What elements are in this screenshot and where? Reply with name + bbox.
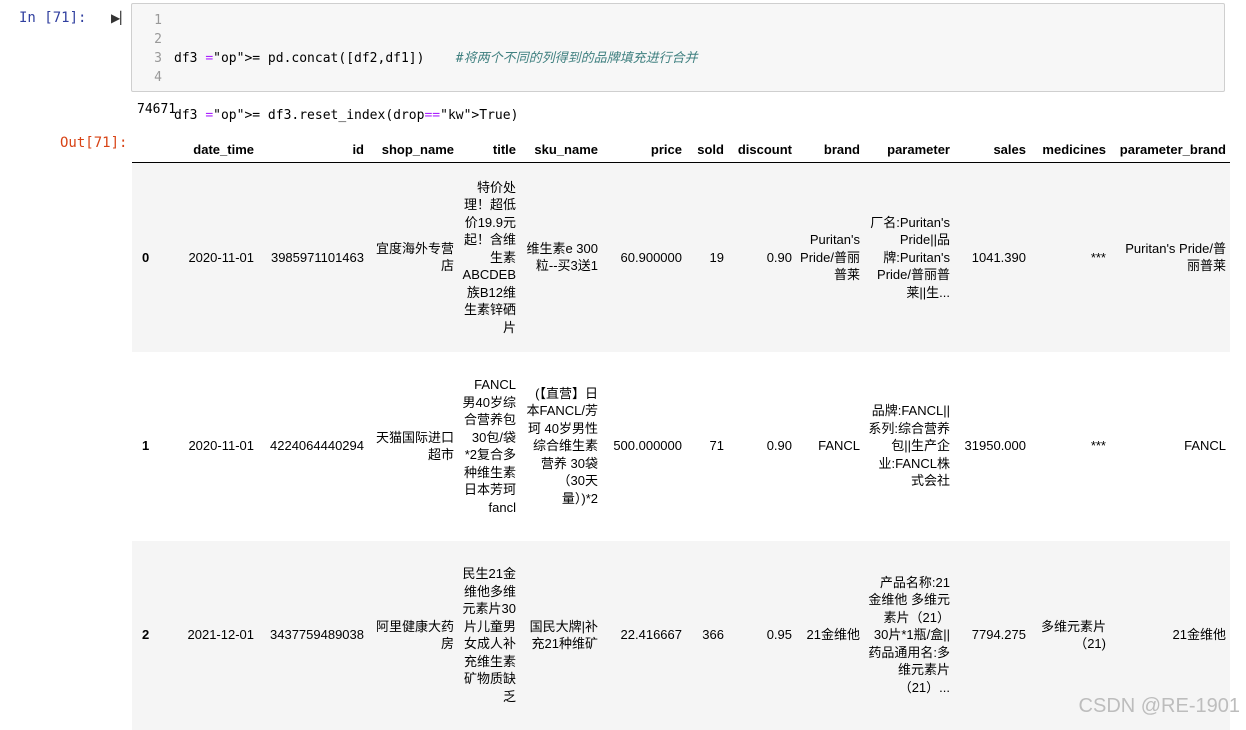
cell-sku-name: 维生素e 300粒--买3送1 xyxy=(526,240,598,274)
cell-sku-name: 国民大牌|补充21种维矿 xyxy=(529,618,598,652)
cell-shop-name: 天猫国际进口超市 xyxy=(375,429,454,463)
line-numbers: 1 2 3 4 xyxy=(132,11,162,87)
code-line: df3 ="op">= pd.concat([df2,df1]) #将两个不同的… xyxy=(174,51,698,66)
cell-brand: 21金维他 xyxy=(806,627,860,643)
cell-brand: FANCL xyxy=(818,438,860,454)
table-row: 1 2020-11-01 4224064440294 天猫国际进口超市 FANC… xyxy=(132,352,1230,541)
cell-parameter: 品牌:FANCL||系列:综合营养包||生产企业:FANCL株式会社 xyxy=(868,403,950,489)
cell-shop-name: 宜度海外专营店 xyxy=(375,240,454,274)
row-index: 1 xyxy=(142,438,150,454)
column-header-sold: sold xyxy=(686,136,728,163)
line-number: 4 xyxy=(154,70,162,85)
cell-date-time: 2020-11-01 xyxy=(188,438,254,454)
cell-sales: 31950.000 xyxy=(964,438,1026,454)
column-header-date-time: date_time xyxy=(160,136,258,163)
cell-id: 3437759489038 xyxy=(270,627,364,643)
column-header-parameter: parameter xyxy=(864,136,954,163)
table-row: 0 2020-11-01 3985971101463 宜度海外专营店 特价处理！… xyxy=(132,162,1230,352)
cell-id: 3985971101463 xyxy=(270,249,364,265)
cell-id: 4224064440294 xyxy=(270,438,364,454)
cell-price: 60.900000 xyxy=(620,249,682,265)
cell-discount: 0.95 xyxy=(766,627,792,643)
dataframe-output: date_time id shop_name title sku_name pr… xyxy=(132,136,1230,730)
cell-medicines: *** xyxy=(1090,438,1106,454)
code-line: df3 ="op">= df3.reset_index(drop=="kw">T… xyxy=(174,108,519,123)
cell-shop-name: 阿里健康大药房 xyxy=(375,618,454,652)
cell-sold: 366 xyxy=(702,627,724,643)
column-header-title: title xyxy=(458,136,520,163)
out-prompt: Out[71]: xyxy=(60,135,128,151)
run-cell-icon[interactable]: ▶▏ xyxy=(111,11,129,25)
cell-parameter: 厂名:Puritan's Pride||品牌:Puritan's Pride/普… xyxy=(870,214,950,300)
column-header-sku-name: sku_name xyxy=(520,136,602,163)
cell-sold: 19 xyxy=(709,249,724,265)
column-header-id: id xyxy=(258,136,368,163)
watermark: CSDN @RE-1901 xyxy=(1078,695,1240,717)
code-cell[interactable]: 1 2 3 4 df3 ="op">= pd.concat([df2,df1])… xyxy=(131,3,1225,237)
cell-discount: 0.90 xyxy=(766,249,792,265)
cell-parameter-brand: FANCL xyxy=(1184,438,1226,454)
cell-price: 22.416667 xyxy=(620,627,682,643)
line-number: 1 xyxy=(154,13,162,28)
cell-sales: 7794.275 xyxy=(971,627,1026,643)
cell-date-time: 2020-11-01 xyxy=(188,249,254,265)
stdout-output: 74671 xyxy=(137,102,177,117)
cell-title: FANCL男40岁综合营养包30包/袋*2复合多种维生素日本芳珂fancl xyxy=(462,377,516,515)
cell-discount: 0.90 xyxy=(766,438,792,454)
line-number: 2 xyxy=(154,32,162,47)
column-header-parameter-brand: parameter_brand xyxy=(1110,136,1230,163)
column-header-index xyxy=(132,136,160,163)
table-row: 2 2021-12-01 3437759489038 阿里健康大药房 民生21金… xyxy=(132,540,1230,730)
cell-title: 民生21金维他多维元素片30片儿童男女成人补充维生素矿物质缺乏 xyxy=(462,566,516,704)
column-header-medicines: medicines xyxy=(1030,136,1110,163)
line-number: 3 xyxy=(154,51,162,66)
column-header-sales: sales xyxy=(954,136,1030,163)
row-index: 2 xyxy=(142,627,150,643)
cell-parameter-brand: Puritan's Pride/普丽普莱 xyxy=(1125,240,1226,274)
dataframe-table: date_time id shop_name title sku_name pr… xyxy=(132,136,1230,730)
column-header-brand: brand xyxy=(796,136,864,163)
header-row: date_time id shop_name title sku_name pr… xyxy=(132,136,1230,163)
cell-brand: Puritan's Pride/普丽普莱 xyxy=(800,232,860,282)
cell-sku-name: (【直营】日本FANCL/芳珂 40岁男性综合维生素营养 30袋（30天量）)*… xyxy=(526,385,598,506)
row-index: 0 xyxy=(142,249,150,265)
cell-medicines: *** xyxy=(1090,249,1106,265)
column-header-price: price xyxy=(602,136,686,163)
cell-sold: 71 xyxy=(709,438,724,454)
cell-parameter: 产品名称:21金维他 多维元素片（21） 30片*1瓶/盒||药品通用名:多维元… xyxy=(868,574,950,695)
column-header-shop-name: shop_name xyxy=(368,136,458,163)
column-header-discount: discount xyxy=(728,136,796,163)
cell-price: 500.000000 xyxy=(613,438,682,454)
cell-sales: 1041.390 xyxy=(971,249,1026,265)
cell-title: 特价处理！超低价19.9元起！含维生素ABCDEB族B12维生素锌硒片 xyxy=(462,179,516,335)
in-prompt: In [71]: xyxy=(19,10,87,26)
cell-date-time: 2021-12-01 xyxy=(187,627,255,643)
